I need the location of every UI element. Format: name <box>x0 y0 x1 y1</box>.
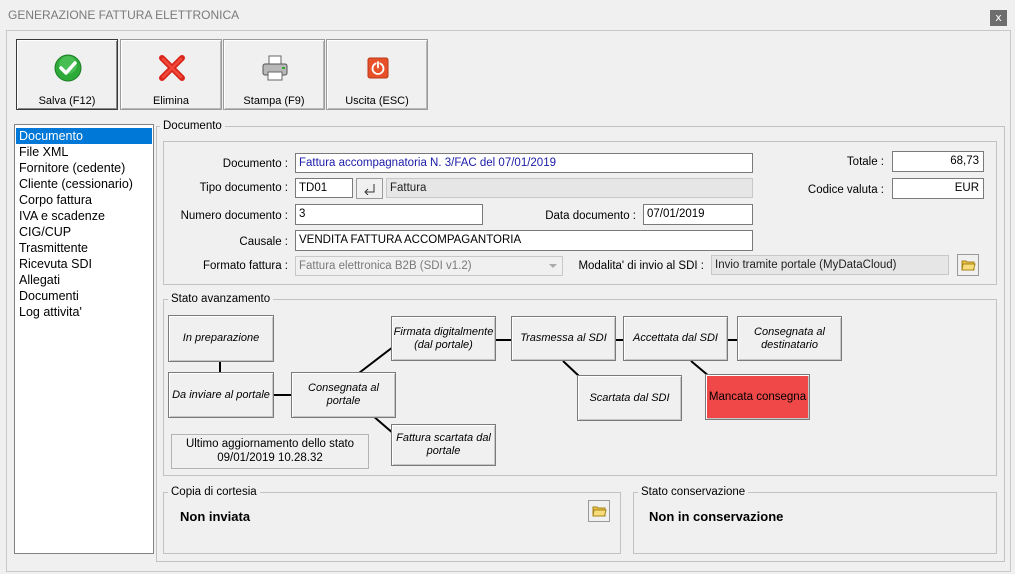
codice-valuta-field[interactable]: EUR <box>892 178 984 199</box>
last-update-box: Ultimo aggiornamento dello stato 09/01/2… <box>171 434 369 469</box>
stato-conservazione-title: Stato conservazione <box>638 486 749 498</box>
documento-field[interactable]: Fattura accompagnatoria N. 3/FAC del 07/… <box>295 153 753 173</box>
window-title: GENERAZIONE FATTURA ELETTRONICA <box>8 8 240 22</box>
delete-label: Elimina <box>152 95 190 107</box>
sidebar-item-iva-scadenze[interactable]: IVA e scadenze <box>16 208 152 224</box>
sidebar-item-fornitore[interactable]: Fornitore (cedente) <box>16 160 152 176</box>
formato-fattura-label: Formato fattura : <box>202 260 288 272</box>
copia-cortesia-value: Non inviata <box>180 509 251 524</box>
status-consegnata-portale[interactable]: Consegnata al portale <box>291 372 396 418</box>
connector-line <box>273 394 292 396</box>
status-mancata-consegna[interactable]: Mancata consegna <box>705 374 810 420</box>
documento-outer-title: Documento <box>160 120 225 132</box>
sidebar-item-cliente[interactable]: Cliente (cessionario) <box>16 176 152 192</box>
codice-valuta-label: Codice valuta : <box>807 184 884 196</box>
return-arrow-icon <box>364 184 375 195</box>
modalita-invio-field: Invio tramite portale (MyDataCloud) <box>711 255 949 275</box>
copia-folder-button[interactable] <box>588 500 610 522</box>
exit-button[interactable]: Uscita (ESC) <box>326 39 428 110</box>
delete-button[interactable]: Elimina <box>120 39 222 110</box>
status-in-preparazione[interactable]: In preparazione <box>168 315 274 362</box>
tipo-documento-label: Tipo documento : <box>199 182 288 194</box>
sidebar-item-corpo-fattura[interactable]: Corpo fattura <box>16 192 152 208</box>
status-scartata-sdi[interactable]: Scartata dal SDI <box>577 375 682 421</box>
connector-line <box>496 339 511 341</box>
formato-fattura-select[interactable]: Fattura elettronica B2B (SDI v1.2) <box>295 256 563 276</box>
totale-label: Totale : <box>846 156 884 168</box>
stato-conservazione-value: Non in conservazione <box>649 509 784 524</box>
folder-icon <box>961 260 976 271</box>
status-da-inviare[interactable]: Da inviare al portale <box>168 372 274 418</box>
save-label: Salva (F12) <box>38 95 96 107</box>
numero-documento-field[interactable]: 3 <box>295 204 483 225</box>
data-documento-field[interactable]: 07/01/2019 <box>643 204 753 225</box>
tipo-documento-code-field[interactable]: TD01 <box>295 178 353 198</box>
sidebar-item-documenti[interactable]: Documenti <box>16 288 152 304</box>
connector-line <box>728 339 737 341</box>
status-accettata-sdi[interactable]: Accettata dal SDI <box>623 316 728 361</box>
sidebar-nav: Documento File XML Fornitore (cedente) C… <box>14 124 154 554</box>
copia-cortesia-title: Copia di cortesia <box>168 486 260 498</box>
sidebar-item-log-attivita[interactable]: Log attivita' <box>16 304 152 320</box>
status-firmata-digitalmente[interactable]: Firmata digitalmente (dal portale) <box>391 316 496 361</box>
printer-icon <box>262 55 288 81</box>
formato-dropdown-button[interactable] <box>544 257 562 275</box>
save-button[interactable]: Salva (F12) <box>16 39 118 110</box>
folder-icon <box>592 506 607 517</box>
tipo-lookup-button[interactable] <box>356 178 383 199</box>
status-trasmessa-sdi[interactable]: Trasmessa al SDI <box>511 316 616 361</box>
sidebar-item-cig-cup[interactable]: CIG/CUP <box>16 224 152 240</box>
causale-label: Causale : <box>239 236 288 248</box>
delete-x-icon <box>159 55 185 81</box>
status-consegnata-destinatario[interactable]: Consegnata al destinatario <box>737 316 842 361</box>
totale-field[interactable]: 68,73 <box>892 151 984 172</box>
print-label: Stampa (F9) <box>243 95 305 107</box>
sidebar-item-ricevuta-sdi[interactable]: Ricevuta SDI <box>16 256 152 272</box>
tipo-documento-desc-field: Fattura <box>386 178 753 198</box>
modalita-invio-label: Modalita' di invio al SDI : <box>578 260 704 272</box>
chevron-down-icon <box>549 264 557 268</box>
documento-label: Documento : <box>222 158 288 170</box>
causale-field[interactable]: VENDITA FATTURA ACCOMPAGANTORIA <box>295 230 753 251</box>
numero-documento-label: Numero documento : <box>180 210 288 222</box>
sidebar-item-documento[interactable]: Documento <box>16 128 152 144</box>
sidebar-item-allegati[interactable]: Allegati <box>16 272 152 288</box>
last-update-value: 09/01/2019 10.28.32 <box>217 452 323 464</box>
last-update-label: Ultimo aggiornamento dello stato <box>185 438 355 450</box>
checkmark-icon <box>54 54 82 82</box>
data-documento-label: Data documento : <box>545 210 636 222</box>
stato-avanzamento-title: Stato avanzamento <box>168 293 274 305</box>
modalita-folder-button[interactable] <box>957 254 979 276</box>
sidebar-item-file-xml[interactable]: File XML <box>16 144 152 160</box>
power-icon <box>367 57 389 79</box>
exit-label: Uscita (ESC) <box>345 95 409 107</box>
close-button[interactable]: x <box>990 10 1007 26</box>
sidebar-item-trasmittente[interactable]: Trasmittente <box>16 240 152 256</box>
status-scartata-portale[interactable]: Fattura scartata dal portale <box>391 424 496 466</box>
print-button[interactable]: Stampa (F9) <box>223 39 325 110</box>
